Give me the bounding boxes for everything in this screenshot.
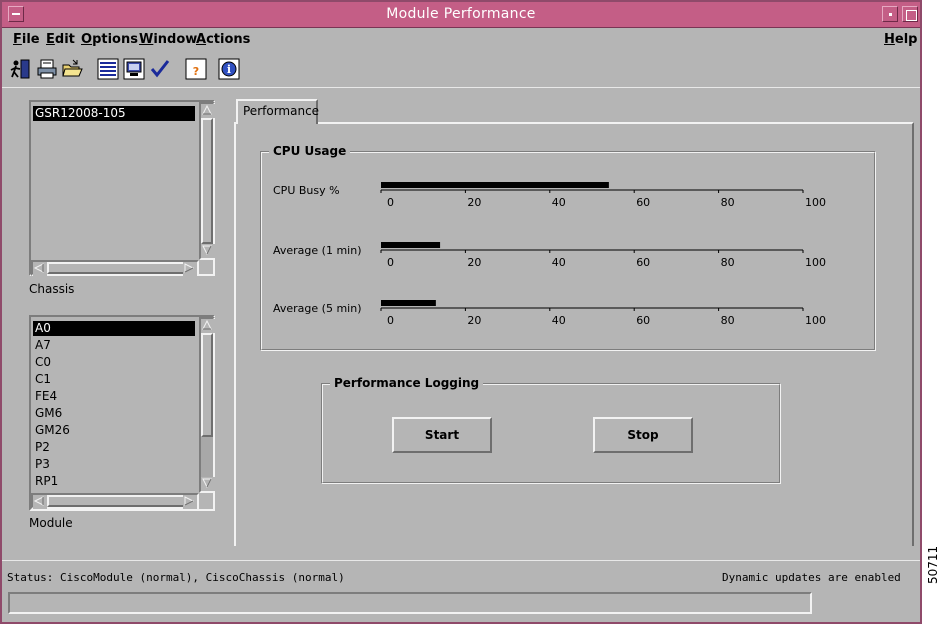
- menu-help[interactable]: Help: [884, 32, 917, 47]
- chassis-vertical-scrollbar[interactable]: [199, 102, 215, 260]
- print-icon[interactable]: [36, 58, 58, 80]
- scroll-thumb[interactable]: [47, 495, 185, 507]
- meter-bar: [381, 300, 436, 306]
- meter-tick-label: 40: [552, 314, 566, 327]
- chassis-label: Chassis: [29, 282, 75, 296]
- module-vertical-scrollbar[interactable]: [199, 317, 215, 493]
- meter-tick-label: 0: [387, 196, 394, 209]
- meter-tick-label: 100: [805, 196, 826, 209]
- menu-options[interactable]: Options: [81, 32, 138, 47]
- module-item[interactable]: C1: [33, 372, 195, 387]
- menu-edit[interactable]: Edit: [46, 32, 75, 47]
- checkmark-icon[interactable]: [149, 58, 171, 80]
- scroll-left-arrow[interactable]: [33, 262, 47, 276]
- scroll-thumb[interactable]: [201, 118, 213, 244]
- meter-label: CPU Busy %: [273, 184, 340, 197]
- meter-tick-label: 40: [552, 256, 566, 269]
- performance-logging-title: Performance Logging: [330, 376, 484, 390]
- meter-tick-label: 20: [467, 196, 481, 209]
- status-text: Status: CiscoModule (normal), CiscoChass…: [7, 571, 345, 584]
- meter-tick-label: 60: [636, 314, 650, 327]
- module-item[interactable]: C0: [33, 355, 195, 370]
- scroll-up-arrow[interactable]: [201, 319, 215, 333]
- maximize-button[interactable]: [902, 6, 918, 22]
- progress-field: [8, 592, 812, 614]
- status-bar: Status: CiscoModule (normal), CiscoChass…: [2, 560, 920, 622]
- meter-tick-label: 40: [552, 196, 566, 209]
- stop-button[interactable]: Stop: [593, 417, 693, 453]
- scroll-down-arrow[interactable]: [201, 244, 215, 258]
- start-button[interactable]: Start: [392, 417, 492, 453]
- meter-tick-label: 80: [721, 196, 735, 209]
- module-item[interactable]: A0: [33, 321, 195, 336]
- module-item[interactable]: A7: [33, 338, 195, 353]
- scroll-down-arrow[interactable]: [201, 477, 215, 491]
- meter-tick-label: 0: [387, 314, 394, 327]
- meter-tick-label: 20: [467, 314, 481, 327]
- meter-tick-label: 20: [467, 256, 481, 269]
- scroll-left-arrow[interactable]: [33, 495, 47, 509]
- help-icon[interactable]: ?: [185, 58, 207, 80]
- module-performance-window: Module Performance File Edit Options Win…: [0, 0, 922, 624]
- module-item[interactable]: GM6: [33, 406, 195, 421]
- meter-bar: [381, 182, 609, 188]
- module-item[interactable]: GM26: [33, 423, 195, 438]
- chassis-item[interactable]: GSR12008-105: [33, 106, 195, 121]
- meter-tick-label: 60: [636, 196, 650, 209]
- menu-bar: File Edit Options Window Actions Help: [2, 28, 920, 52]
- scroll-right-arrow[interactable]: [183, 262, 197, 276]
- module-item[interactable]: RP1: [33, 474, 195, 489]
- list-view-icon[interactable]: [97, 58, 119, 80]
- meter-tick-label: 100: [805, 256, 826, 269]
- meter-label: Average (1 min): [273, 244, 362, 257]
- toolbar: ? i: [2, 54, 920, 88]
- cpu-meters: CPU Busy % 0 20 40 60 80 100 Average (1 min) 0 20…: [273, 182, 826, 327]
- minimize-button[interactable]: [882, 6, 898, 22]
- window-title: Module Performance: [386, 6, 536, 22]
- meter-tick-label: 100: [805, 314, 826, 327]
- module-horizontal-scrollbar[interactable]: [31, 493, 199, 509]
- scroll-thumb[interactable]: [47, 262, 185, 274]
- scroll-right-arrow[interactable]: [183, 495, 197, 509]
- meter-tick-label: 0: [387, 256, 394, 269]
- dynamic-updates-text: Dynamic updates are enabled: [722, 571, 901, 584]
- module-item[interactable]: FE4: [33, 389, 195, 404]
- monitor-icon[interactable]: [123, 58, 145, 80]
- module-listbox[interactable]: A0 A7 C0 C1 FE4 GM6 GM26 P2 P3 RP1: [29, 315, 215, 511]
- module-item[interactable]: P3: [33, 457, 195, 472]
- meter-label: Average (5 min): [273, 302, 362, 315]
- cpu-usage-group: CPU Usage CPU Busy % 0 20 40 60 80 100 Average …: [260, 144, 876, 351]
- menu-file[interactable]: File: [13, 32, 40, 47]
- performance-tab-panel: CPU Usage CPU Busy % 0 20 40 60 80 100 Average …: [234, 122, 914, 546]
- module-item[interactable]: P2: [33, 440, 195, 455]
- svg-text:?: ?: [193, 65, 199, 78]
- chassis-horizontal-scrollbar[interactable]: [31, 260, 199, 276]
- menu-actions[interactable]: Actions: [196, 32, 250, 47]
- meter-tick-label: 60: [636, 256, 650, 269]
- tab-performance[interactable]: Performance: [236, 99, 319, 124]
- scroll-thumb[interactable]: [201, 333, 213, 437]
- module-label: Module: [29, 516, 73, 530]
- open-folder-icon[interactable]: [61, 58, 83, 80]
- svg-text:i: i: [227, 63, 231, 76]
- info-icon[interactable]: i: [218, 58, 240, 80]
- title-bar[interactable]: Module Performance: [2, 2, 920, 28]
- menu-window[interactable]: Window: [139, 32, 197, 47]
- meter-bar: [381, 242, 441, 248]
- exit-icon[interactable]: [9, 58, 31, 80]
- figure-number: 50711: [926, 545, 940, 584]
- scroll-up-arrow[interactable]: [201, 104, 215, 118]
- chassis-listbox[interactable]: GSR12008-105: [29, 100, 215, 276]
- performance-logging-group: Performance Logging Start Stop: [321, 376, 781, 484]
- meter-tick-label: 80: [721, 314, 735, 327]
- meter-tick-label: 80: [721, 256, 735, 269]
